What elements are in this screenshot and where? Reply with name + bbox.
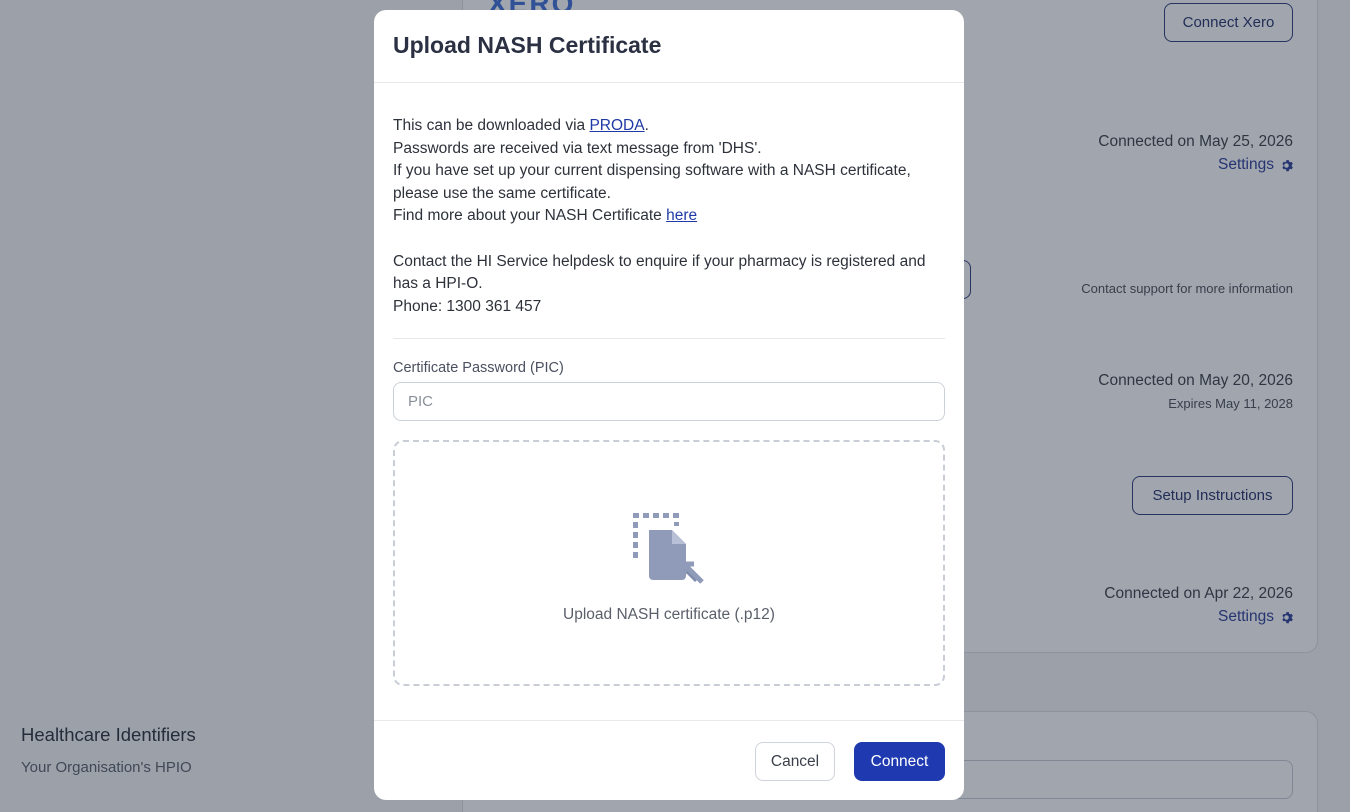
certificate-password-input[interactable] xyxy=(393,382,945,422)
file-upload-icon xyxy=(633,513,704,585)
text: Find more about your NASH Certificate xyxy=(393,207,667,225)
here-link[interactable]: here xyxy=(666,207,697,224)
modal-body: This can be downloaded via PRODA. Passwo… xyxy=(374,83,964,687)
more-info-instruction: Find more about your NASH Certificate he… xyxy=(393,205,945,228)
text: . xyxy=(644,117,649,134)
cancel-button[interactable]: Cancel xyxy=(755,742,835,781)
instructions-text: This can be downloaded via PRODA. Passwo… xyxy=(393,115,945,318)
proda-link[interactable]: PRODA xyxy=(589,117,644,134)
modal-title: Upload NASH Certificate xyxy=(393,32,662,58)
password-label: Certificate Password (PIC) xyxy=(393,360,564,377)
helpdesk-phone: Phone: 1300 361 457 xyxy=(393,297,542,315)
certificate-upload-dropzone[interactable]: Upload NASH certificate (.p12) xyxy=(393,440,945,687)
download-instruction: This can be downloaded via PRODA. xyxy=(393,115,945,138)
text: This can be downloaded via xyxy=(393,117,590,134)
upload-nash-modal: Upload NASH Certificate This can be down… xyxy=(374,10,964,800)
same-certificate-instruction: If you have set up your current dispensi… xyxy=(393,162,911,202)
divider xyxy=(393,338,945,340)
modal-header: Upload NASH Certificate xyxy=(374,10,964,83)
upload-label: Upload NASH certificate (.p12) xyxy=(563,606,775,624)
connect-button[interactable]: Connect xyxy=(854,742,945,781)
modal-footer: Cancel Connect xyxy=(374,720,964,800)
password-instruction: Passwords are received via text message … xyxy=(393,139,762,157)
helpdesk-instruction: Contact the HI Service helpdesk to enqui… xyxy=(393,252,926,293)
